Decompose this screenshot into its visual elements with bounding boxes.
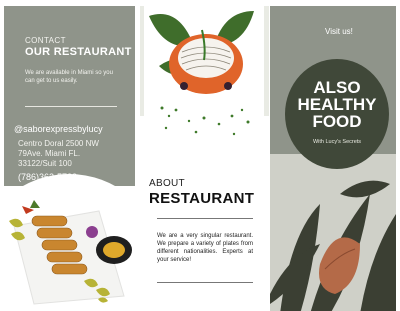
address-line-1: Centro Doral 2500 NW xyxy=(18,139,99,148)
contact-panel: CONTACT OUR RESTAURANT We are available … xyxy=(4,6,135,311)
about-description: We are a very singular restaurant. We pr… xyxy=(157,233,253,263)
dish-photo xyxy=(149,11,254,136)
croquettes-photo xyxy=(4,186,135,311)
divider-top xyxy=(157,218,253,219)
availability-text: We are available in Miami so you can get… xyxy=(25,70,113,84)
headline-line-1: ALSO xyxy=(313,78,361,97)
about-panel: ABOUT RESTAURANT We are a very singular … xyxy=(140,6,269,311)
plant-photo xyxy=(270,154,396,311)
healthy-food-panel: Visit us! ALSO HEALTHY FOOD With Lucy's … xyxy=(270,6,396,311)
about-title: RESTAURANT xyxy=(149,190,255,207)
headline: ALSO HEALTHY FOOD xyxy=(285,79,389,130)
subheadline: With Lucy's Secrets xyxy=(312,139,362,145)
divider xyxy=(25,106,117,107)
headline-line-3: FOOD xyxy=(312,112,362,131)
divider-bottom xyxy=(157,282,253,283)
social-handle: @saborexpressbylucy xyxy=(14,124,103,134)
address-line-3: 33122/Suit 100 xyxy=(18,159,72,168)
address-line-2: 79Ave. Miami FL. xyxy=(18,149,81,158)
visit-us-text: Visit us! xyxy=(325,27,353,36)
headline-line-2: HEALTHY xyxy=(297,95,377,114)
about-label: ABOUT xyxy=(149,178,185,189)
contact-title: OUR RESTAURANT xyxy=(25,46,132,58)
contact-label: CONTACT xyxy=(25,36,66,45)
